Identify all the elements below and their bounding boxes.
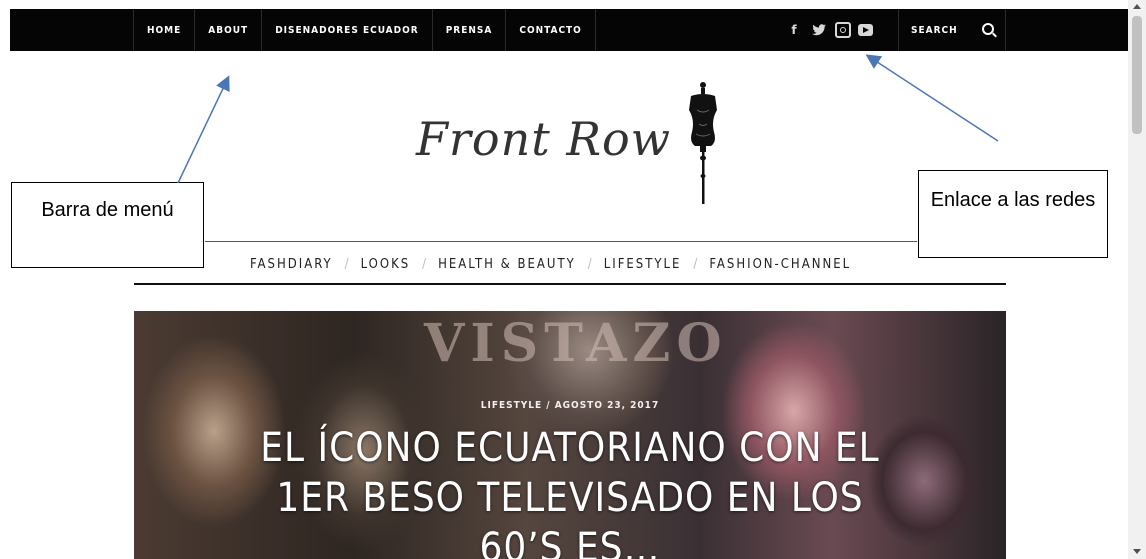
menu-arrow [177,75,230,184]
nav-disenadores-ecuador[interactable]: DISENADORES ECUADOR [262,9,433,51]
mannequin-icon [689,82,717,204]
scroll-down-icon[interactable] [1133,549,1141,554]
scrollbar-thumb[interactable] [1132,16,1142,134]
category-lifestyle[interactable]: LIFESTYLE [604,257,682,272]
search-icon[interactable] [982,23,994,35]
instagram-icon[interactable] [835,22,851,38]
category-nav: FASHDIARY / LOOKS / HEALTH & BEAUTY / LI… [250,252,851,276]
post-meta[interactable]: LIFESTYLE / AGOSTO 23, 2017 [134,400,1006,411]
social-arrow [865,54,999,142]
nav-home[interactable]: HOME [133,9,196,51]
category-looks[interactable]: LOOKS [361,257,411,272]
category-fashdiary[interactable]: FASHDIARY [250,257,333,272]
menu-bar-callout: Barra de menú [11,182,204,268]
site-logo[interactable]: Front Row [416,104,691,174]
scroll-up-icon[interactable] [1133,4,1141,9]
social-links-callout: Enlace a las redes [918,170,1108,258]
featured-post[interactable]: VISTAZO LIFESTYLE / AGOSTO 23, 2017 EL Í… [134,311,1006,559]
nav-about[interactable]: ABOUT [195,9,263,51]
post-title[interactable]: EL ÍCONO ECUATORIANO CON EL 1ER BESO TEL… [244,423,896,559]
search-label: SEARCH [911,24,958,36]
category-fashion-channel[interactable]: FASHION-CHANNEL [709,257,851,272]
header-divider [205,241,917,242]
facebook-icon[interactable]: f [785,21,803,39]
top-menu-bar: HOME ABOUT DISENADORES ECUADOR PRENSA CO… [10,9,1128,51]
separator: / [344,256,349,272]
nav-contacto[interactable]: CONTACTO [506,9,596,51]
nav-prensa[interactable]: PRENSA [433,9,507,51]
separator: / [422,256,427,272]
hero-background-image-text: VISTAZO [424,313,728,374]
youtube-icon[interactable] [858,24,873,36]
page-scrollbar[interactable] [1128,0,1146,559]
separator: / [587,256,592,272]
social-links: f [785,9,880,51]
category-underline [134,283,1006,285]
top-nav: HOME ABOUT DISENADORES ECUADOR PRENSA CO… [133,9,596,51]
search-box[interactable]: SEARCH [898,9,1006,51]
category-health-beauty[interactable]: HEALTH & BEAUTY [438,257,576,272]
twitter-icon[interactable] [810,21,828,39]
separator: / [693,256,698,272]
